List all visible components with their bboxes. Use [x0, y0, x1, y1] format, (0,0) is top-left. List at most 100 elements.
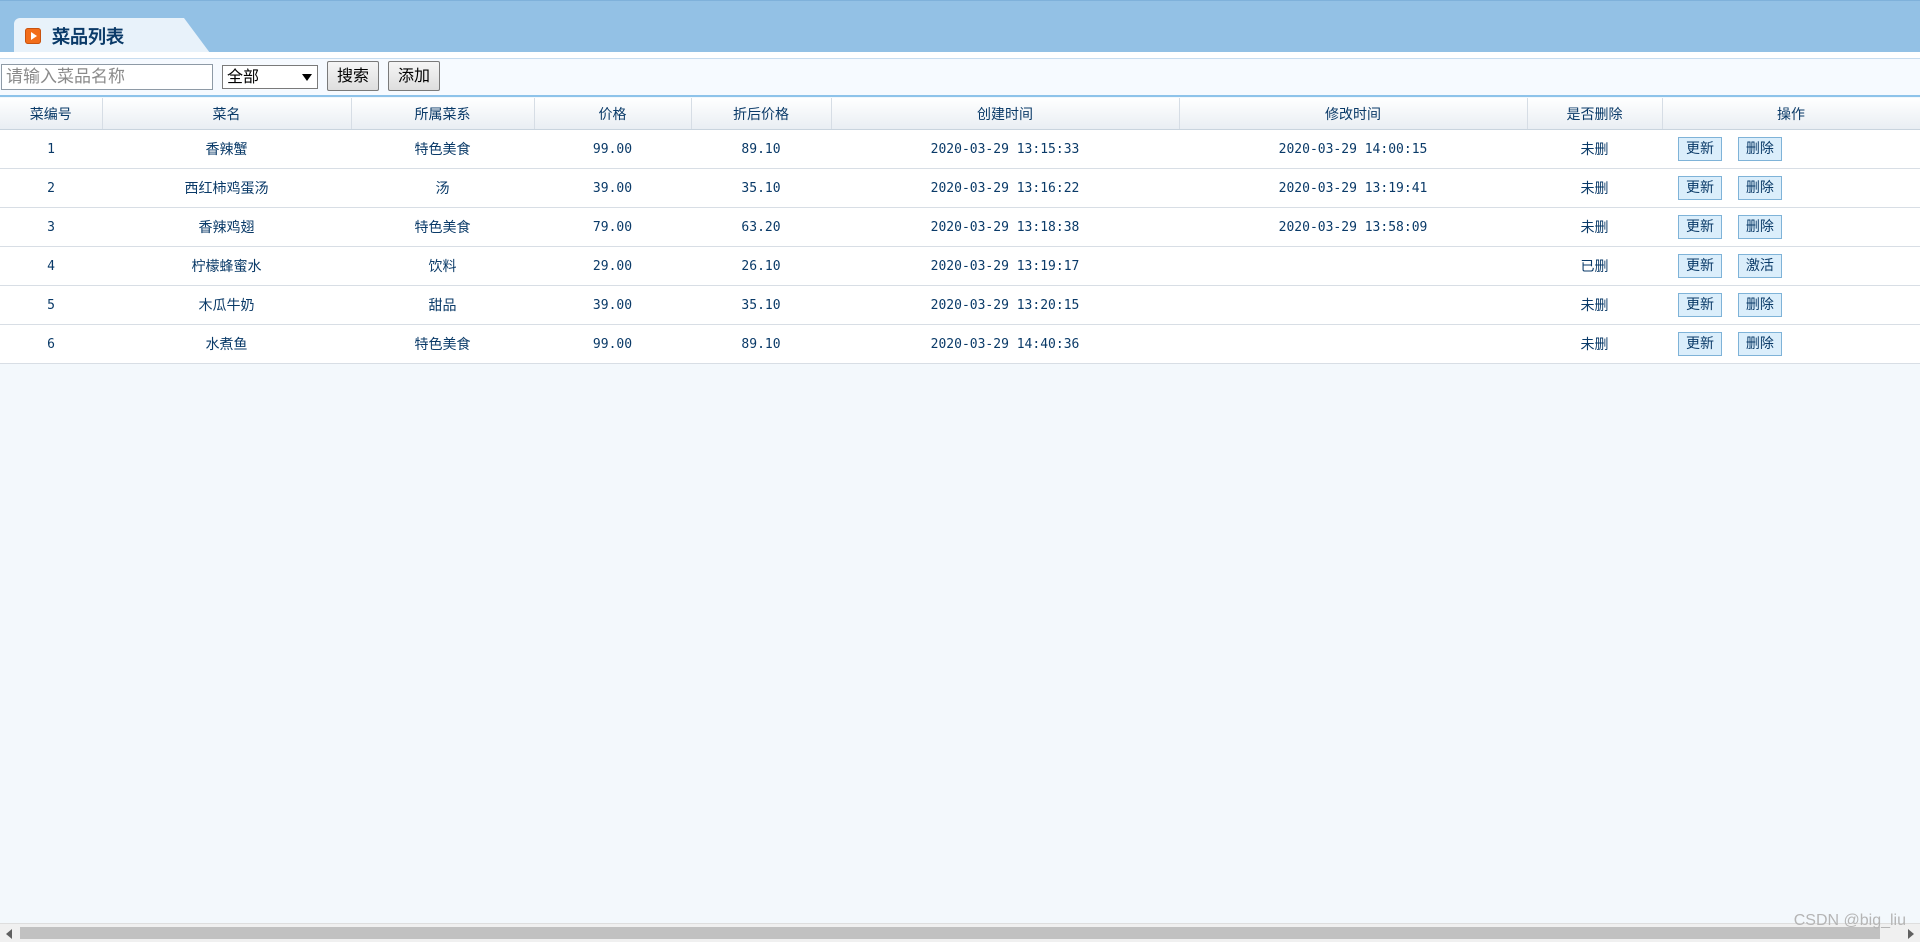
table-row: 1 香辣蟹 特色美食 99.00 89.10 2020-03-29 13:15:… — [0, 129, 1920, 169]
horizontal-scrollbar[interactable] — [0, 923, 1920, 942]
cell-id: 5 — [0, 285, 102, 325]
add-button[interactable]: 添加 — [388, 61, 440, 91]
watermark: CSDN @big_liu — [1793, 912, 1906, 929]
cell-modified-time — [1179, 246, 1527, 286]
category-select-value: 全部 — [227, 67, 260, 86]
cell-discount-price: 63.20 — [691, 207, 831, 247]
cell-category: 饮料 — [351, 246, 534, 286]
cell-deleted-status: 未删 — [1527, 207, 1662, 247]
page: 菜品列表 全部 搜索 添加 菜编号 菜名 所属菜系 价格 折后价格 创建时间 修… — [0, 0, 1920, 942]
cell-deleted-status: 未删 — [1527, 324, 1662, 364]
cell-id: 1 — [0, 129, 102, 169]
update-button[interactable]: 更新 — [1678, 215, 1722, 239]
table-header-row: 菜编号 菜名 所属菜系 价格 折后价格 创建时间 修改时间 是否删除 操作 — [0, 98, 1920, 130]
cell-price: 99.00 — [534, 324, 691, 364]
cell-id: 2 — [0, 168, 102, 208]
cell-created-time: 2020-03-29 14:40:36 — [831, 324, 1179, 364]
column-header: 所属菜系 — [351, 98, 535, 130]
cell-name: 香辣蟹 — [102, 129, 351, 169]
column-header: 是否删除 — [1527, 98, 1663, 130]
cell-modified-time: 2020-03-29 13:58:09 — [1179, 207, 1527, 247]
table-row: 2 西红柿鸡蛋汤 汤 39.00 35.10 2020-03-29 13:16:… — [0, 168, 1920, 208]
column-header: 价格 — [534, 98, 692, 130]
dish-table: 菜编号 菜名 所属菜系 价格 折后价格 创建时间 修改时间 是否删除 操作 1 … — [0, 98, 1920, 364]
cell-discount-price: 35.10 — [691, 168, 831, 208]
cell-discount-price: 26.10 — [691, 246, 831, 286]
cell-modified-time — [1179, 324, 1527, 364]
toolbar: 全部 搜索 添加 — [0, 59, 1920, 97]
cell-id: 6 — [0, 324, 102, 364]
delete-button[interactable]: 删除 — [1737, 176, 1782, 200]
delete-button[interactable]: 删除 — [1737, 293, 1782, 317]
category-select[interactable]: 全部 — [222, 65, 318, 89]
update-button[interactable]: 更新 — [1678, 176, 1722, 200]
table-row: 5 木瓜牛奶 甜品 39.00 35.10 2020-03-29 13:20:1… — [0, 285, 1920, 325]
header-bar — [0, 0, 1920, 53]
table-row: 3 香辣鸡翅 特色美食 79.00 63.20 2020-03-29 13:18… — [0, 207, 1920, 247]
cell-price: 39.00 — [534, 168, 691, 208]
chevron-down-icon — [302, 74, 312, 81]
cell-category: 甜品 — [351, 285, 534, 325]
search-button[interactable]: 搜索 — [327, 61, 379, 91]
cell-deleted-status: 未删 — [1527, 168, 1662, 208]
play-icon — [25, 28, 41, 44]
update-button[interactable]: 更新 — [1678, 332, 1722, 356]
cell-modified-time: 2020-03-29 14:00:15 — [1179, 129, 1527, 169]
cell-deleted-status: 未删 — [1527, 129, 1662, 169]
column-header: 创建时间 — [831, 98, 1180, 130]
update-button[interactable]: 更新 — [1678, 254, 1722, 278]
activate-button[interactable]: 激活 — [1737, 254, 1782, 278]
cell-discount-price: 89.10 — [691, 129, 831, 169]
scroll-right-arrow-icon[interactable] — [1908, 929, 1914, 939]
cell-deleted-status: 已删 — [1527, 246, 1662, 286]
cell-actions: 更新 删除 — [1662, 324, 1920, 364]
cell-price: 29.00 — [534, 246, 691, 286]
cell-actions: 更新 删除 — [1662, 285, 1920, 325]
cell-created-time: 2020-03-29 13:15:33 — [831, 129, 1179, 169]
column-header: 折后价格 — [691, 98, 832, 130]
cell-category: 特色美食 — [351, 129, 534, 169]
cell-modified-time: 2020-03-29 13:19:41 — [1179, 168, 1527, 208]
cell-actions: 更新 删除 — [1662, 207, 1920, 247]
delete-button[interactable]: 删除 — [1737, 137, 1782, 161]
cell-discount-price: 89.10 — [691, 324, 831, 364]
cell-created-time: 2020-03-29 13:19:17 — [831, 246, 1179, 286]
cell-category: 特色美食 — [351, 207, 534, 247]
delete-button[interactable]: 删除 — [1737, 215, 1782, 239]
cell-id: 3 — [0, 207, 102, 247]
cell-discount-price: 35.10 — [691, 285, 831, 325]
cell-name: 柠檬蜂蜜水 — [102, 246, 351, 286]
update-button[interactable]: 更新 — [1678, 293, 1722, 317]
cell-deleted-status: 未删 — [1527, 285, 1662, 325]
cell-name: 西红柿鸡蛋汤 — [102, 168, 351, 208]
cell-created-time: 2020-03-29 13:18:38 — [831, 207, 1179, 247]
cell-created-time: 2020-03-29 13:20:15 — [831, 285, 1179, 325]
cell-price: 99.00 — [534, 129, 691, 169]
page-title: 菜品列表 — [52, 27, 124, 48]
cell-name: 香辣鸡翅 — [102, 207, 351, 247]
cell-id: 4 — [0, 246, 102, 286]
header-divider — [0, 52, 1920, 59]
table-row: 4 柠檬蜂蜜水 饮料 29.00 26.10 2020-03-29 13:19:… — [0, 246, 1920, 286]
search-input[interactable] — [1, 64, 213, 90]
cell-price: 39.00 — [534, 285, 691, 325]
cell-actions: 更新 激活 — [1662, 246, 1920, 286]
cell-actions: 更新 删除 — [1662, 129, 1920, 169]
cell-price: 79.00 — [534, 207, 691, 247]
cell-category: 特色美食 — [351, 324, 534, 364]
update-button[interactable]: 更新 — [1678, 137, 1722, 161]
cell-name: 水煮鱼 — [102, 324, 351, 364]
column-header: 菜名 — [102, 98, 352, 130]
table-row: 6 水煮鱼 特色美食 99.00 89.10 2020-03-29 14:40:… — [0, 324, 1920, 364]
scrollbar-thumb[interactable] — [20, 927, 1880, 939]
delete-button[interactable]: 删除 — [1737, 332, 1782, 356]
column-header: 操作 — [1662, 98, 1920, 130]
cell-modified-time — [1179, 285, 1527, 325]
scroll-left-arrow-icon[interactable] — [6, 929, 12, 939]
cell-actions: 更新 删除 — [1662, 168, 1920, 208]
column-header: 菜编号 — [0, 98, 103, 130]
cell-name: 木瓜牛奶 — [102, 285, 351, 325]
cell-created-time: 2020-03-29 13:16:22 — [831, 168, 1179, 208]
cell-category: 汤 — [351, 168, 534, 208]
column-header: 修改时间 — [1179, 98, 1528, 130]
